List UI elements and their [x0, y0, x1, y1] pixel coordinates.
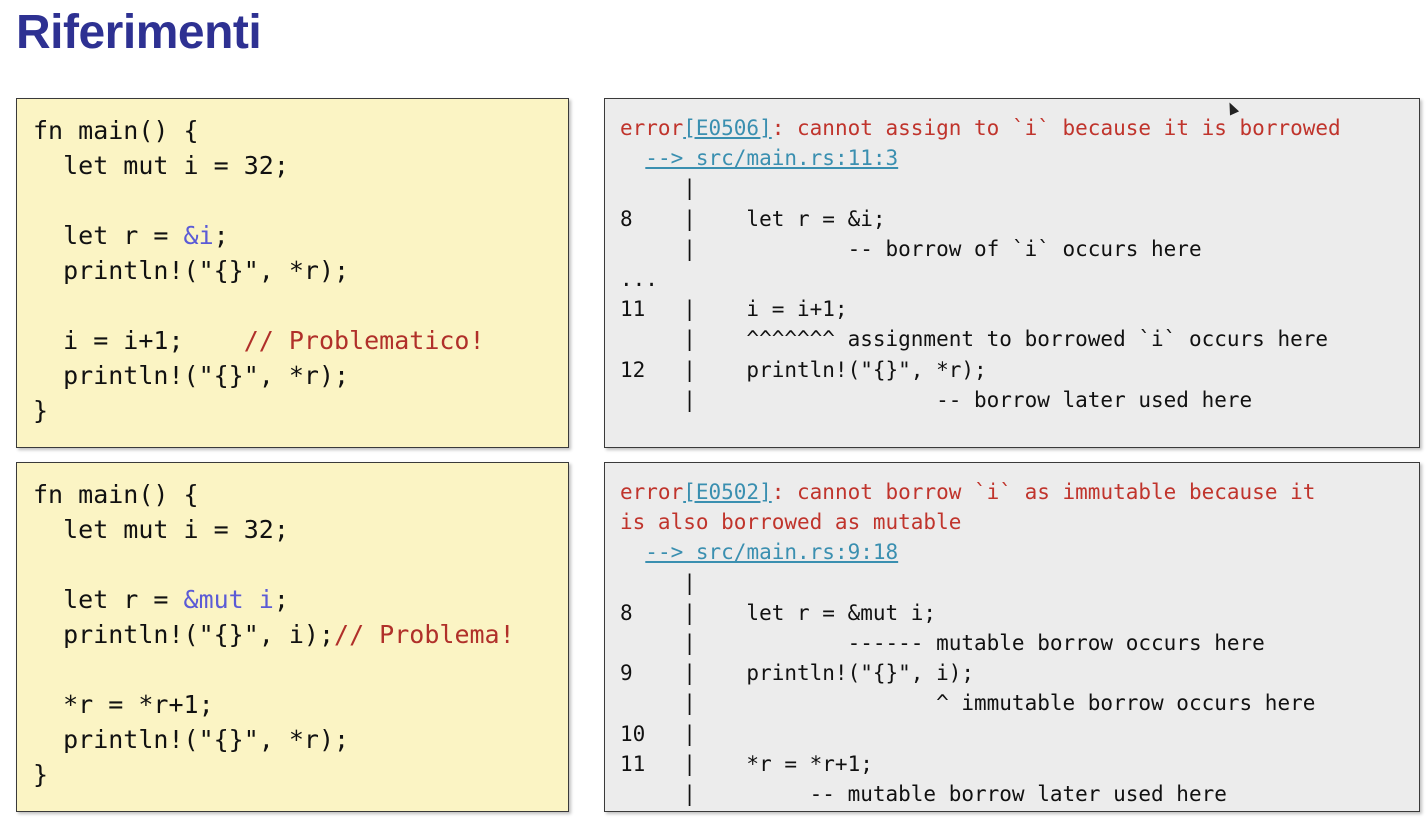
- code-listing: fn main() { let mut i = 32; let r = &i; …: [33, 113, 568, 428]
- code-comment: // Problematico!: [243, 326, 485, 355]
- error-line: | ------ mutable borrow occurs here: [620, 630, 1265, 655]
- code-line: let mut i = 32;: [33, 515, 289, 544]
- error-location: --> src/main.rs:9:18: [620, 537, 1419, 567]
- reference-expression: &mut i: [183, 585, 274, 614]
- error-line: 9 | println!("{}", i);: [620, 661, 975, 686]
- error-line: |: [620, 570, 696, 595]
- error-line: 8 | let r = &i;: [620, 206, 886, 231]
- error-line: | -- borrow later used here: [620, 387, 1253, 412]
- code-line: let r = &mut i;: [33, 585, 289, 614]
- error-line: 10 |: [620, 721, 696, 746]
- error-output: error[E0506]: cannot assign to `i` becau…: [620, 113, 1419, 415]
- error-line: |: [620, 176, 696, 201]
- code-line: let mut i = 32;: [33, 151, 289, 180]
- code-block-mut-borrow: fn main() { let mut i = 32; let r = &mut…: [16, 462, 569, 812]
- error-location: --> src/main.rs:11:3: [620, 143, 1419, 173]
- error-line: | -- borrow of `i` occurs here: [620, 236, 1202, 261]
- error-line: ...: [620, 266, 658, 291]
- code-line: println!("{}", i);// Problema!: [33, 620, 515, 649]
- error-header-continued: is also borrowed as mutable: [620, 510, 962, 535]
- error-header: error[E0502]: cannot borrow `i` as immut…: [620, 480, 1316, 504]
- compiler-error-e0506: error[E0506]: cannot assign to `i` becau…: [604, 98, 1420, 448]
- error-code-link[interactable]: [E0502]: [683, 480, 772, 504]
- code-line: println!("{}", *r);: [33, 361, 350, 390]
- error-header: error[E0506]: cannot assign to `i` becau…: [620, 116, 1341, 140]
- code-comment: // Problema!: [334, 620, 515, 649]
- error-line: 11 | i = i+1;: [620, 297, 848, 322]
- error-line: 11 | *r = *r+1;: [620, 751, 873, 776]
- code-line: i = i+1; // Problematico!: [33, 326, 485, 355]
- code-block-assign: fn main() { let mut i = 32; let r = &i; …: [16, 98, 569, 448]
- page-title: Riferimenti: [16, 6, 262, 59]
- code-line: println!("{}", *r);: [33, 256, 350, 285]
- source-location-link[interactable]: --> src/main.rs:11:3: [645, 146, 898, 170]
- code-line: *r = *r+1;: [33, 690, 214, 719]
- reference-expression: &i: [183, 221, 214, 250]
- error-line: 8 | let r = &mut i;: [620, 600, 937, 625]
- error-line: | ^^^^^^^ assignment to borrowed `i` occ…: [620, 327, 1329, 352]
- error-code-link[interactable]: [E0506]: [683, 116, 772, 140]
- error-line: | ^ immutable borrow occurs here: [620, 691, 1316, 716]
- source-location-link[interactable]: --> src/main.rs:9:18: [645, 540, 898, 564]
- compiler-error-e0502: error[E0502]: cannot borrow `i` as immut…: [604, 462, 1420, 812]
- code-line: }: [33, 760, 49, 789]
- error-line: | -- mutable borrow later used here: [620, 781, 1227, 806]
- code-line: fn main() {: [33, 116, 199, 145]
- code-line: }: [33, 396, 49, 425]
- code-line: let r = &i;: [33, 221, 229, 250]
- error-output: error[E0502]: cannot borrow `i` as immut…: [620, 477, 1419, 809]
- error-line: 12 | println!("{}", *r);: [620, 357, 987, 382]
- code-line: println!("{}", *r);: [33, 725, 350, 754]
- code-line: fn main() {: [33, 480, 199, 509]
- code-listing: fn main() { let mut i = 32; let r = &mut…: [33, 477, 568, 792]
